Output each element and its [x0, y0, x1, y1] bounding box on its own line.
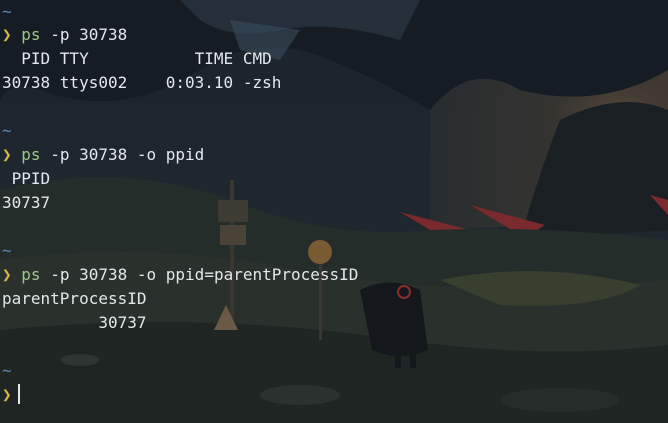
command-args: -p 30738 -o ppid=parentProcessID — [50, 265, 359, 284]
command-line: ❯ ps -p 30738 — [2, 23, 127, 47]
output-line: 30737 — [2, 193, 51, 212]
text-cursor — [17, 384, 20, 404]
output-line: parentProcessID — [2, 289, 147, 308]
terminal-window[interactable]: ~ ❯ ps -p 30738 PID TTY TIME CMD 30738 t… — [0, 0, 668, 423]
output-line: PPID — [2, 169, 51, 188]
cwd-label: ~ — [2, 241, 12, 260]
prompt-chevron-icon: ❯ — [2, 265, 12, 284]
prompt-chevron-icon: ❯ — [2, 145, 12, 164]
current-command-line[interactable]: ❯ — [2, 383, 20, 407]
command-args: -p 30738 — [50, 25, 128, 44]
output-line: PID TTY TIME CMD — [2, 49, 272, 68]
prompt-cwd: ~ — [2, 119, 12, 143]
cwd-label: ~ — [2, 361, 12, 380]
command-args: -p 30738 -o ppid — [50, 145, 205, 164]
command-name: ps — [21, 265, 41, 284]
prompt-cwd: ~ — [2, 239, 12, 263]
prompt-chevron-icon: ❯ — [2, 25, 12, 44]
prompt-cwd: ~ — [2, 359, 12, 383]
command-name: ps — [21, 145, 41, 164]
command-name: ps — [21, 25, 41, 44]
cwd-label: ~ — [2, 121, 12, 140]
command-line: ❯ ps -p 30738 -o ppid=parentProcessID — [2, 263, 358, 287]
cwd-label: ~ — [2, 2, 12, 21]
prompt-chevron-icon: ❯ — [2, 385, 12, 404]
output-line: 30737 — [2, 313, 147, 332]
output-line: 30738 ttys002 0:03.10 -zsh — [2, 73, 282, 92]
prompt-cwd: ~ — [2, 0, 12, 24]
command-line: ❯ ps -p 30738 -o ppid — [2, 143, 204, 167]
